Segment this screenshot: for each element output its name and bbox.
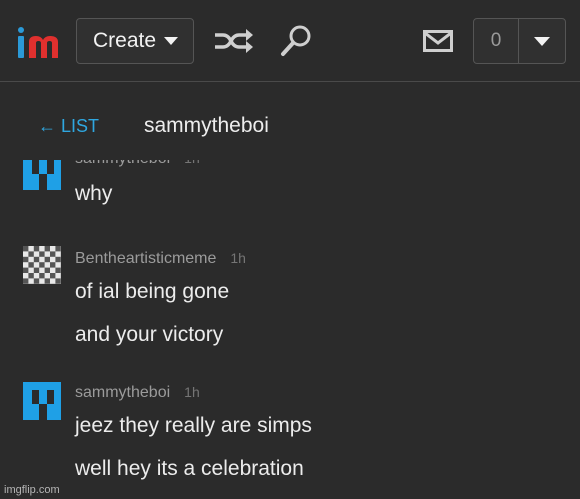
username-text: sammytheboi — [75, 160, 170, 167]
notification-count[interactable]: 0 — [474, 19, 519, 63]
search-icon[interactable] — [280, 24, 312, 58]
chevron-down-icon — [534, 36, 550, 46]
message-username[interactable]: Bentheartisticmeme 1h — [75, 250, 246, 268]
imgflip-logo[interactable] — [17, 27, 61, 59]
message-text: well hey its a celebration — [75, 457, 304, 480]
chevron-down-icon — [164, 37, 179, 45]
message-timestamp: 1h — [184, 160, 200, 166]
username-text: Bentheartisticmeme — [75, 250, 217, 267]
checker-avatar[interactable] — [23, 246, 61, 284]
shuffle-icon[interactable] — [213, 26, 255, 56]
notification-counter: 0 — [473, 18, 566, 64]
back-to-list-link[interactable]: ← LIST — [38, 116, 99, 137]
message-username[interactable]: sammytheboi 1h — [75, 384, 200, 402]
blue-pixel-avatar[interactable] — [23, 382, 61, 420]
username-text: sammytheboi — [75, 384, 171, 401]
message-timestamp: 1h — [184, 384, 200, 400]
chat-title: sammytheboi — [144, 114, 269, 137]
message-text: jeez they really are simps — [75, 414, 312, 437]
imgflip-watermark: imgflip.com — [4, 484, 60, 496]
message-text: of ial being gone — [75, 280, 230, 303]
user-menu-dropdown[interactable] — [519, 19, 565, 63]
message-username[interactable]: sammytheboi 1h — [75, 160, 200, 168]
create-button[interactable]: Create — [76, 18, 194, 64]
message-timestamp: 1h — [230, 250, 246, 266]
blue-pixel-avatar[interactable] — [23, 160, 61, 190]
message-text: and your victory — [75, 323, 224, 346]
create-button-label: Create — [93, 29, 157, 52]
mail-icon[interactable] — [423, 30, 453, 52]
message-list[interactable]: sammytheboi 1h why Bentheartisticmeme 1h o… — [0, 160, 580, 499]
top-navigation-bar: Create 0 — [0, 0, 580, 82]
message-text: why — [75, 182, 113, 205]
